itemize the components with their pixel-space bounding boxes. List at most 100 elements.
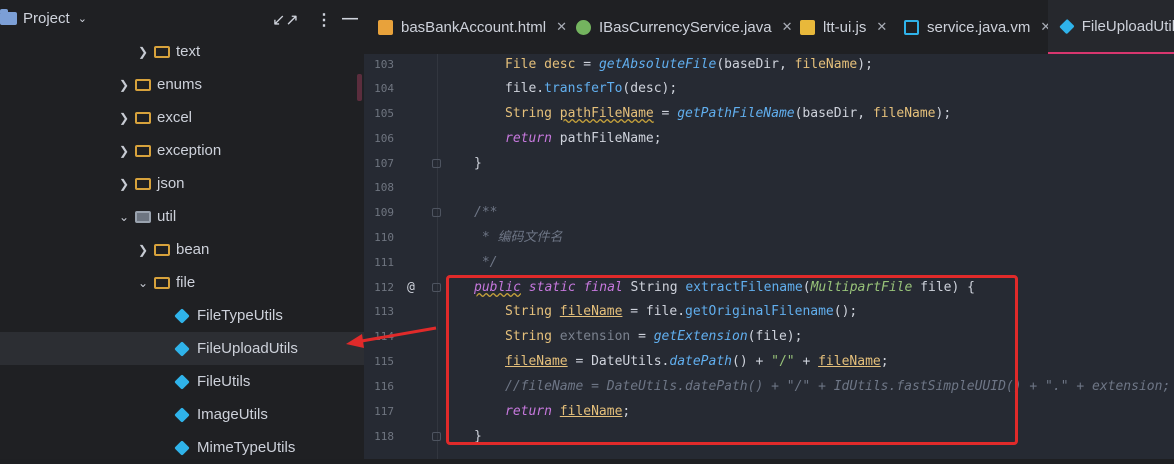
- tab-ibascurrencyservice-java[interactable]: IBasCurrencyService.java ✕: [576, 0, 792, 54]
- tree-item-label: FileTypeUtils: [197, 307, 283, 324]
- code-line[interactable]: 110 * 编码文件名: [364, 226, 1174, 250]
- project-sidebar: Project ⌄ ↙↗ ⋮ — ❯ text ❯ enums ❯ excel ❯ ex…: [0, 0, 539, 459]
- project-folder-icon: [0, 9, 17, 25]
- interface-icon: [576, 19, 591, 35]
- tree-item-label: bean: [176, 241, 210, 258]
- tab-label: service.java.vm: [927, 18, 1031, 36]
- java-class-icon: [174, 340, 190, 357]
- project-title: Project: [23, 10, 70, 27]
- close-icon[interactable]: ✕: [556, 19, 567, 35]
- options-menu-icon[interactable]: ⋮: [316, 10, 332, 30]
- chevron-right-icon[interactable]: ❯: [137, 243, 149, 257]
- class-icon: [1059, 18, 1075, 34]
- java-class-icon: [174, 307, 190, 324]
- line-number: 104: [374, 82, 394, 95]
- code-text: return pathFileName;: [505, 131, 662, 146]
- code-text: }: [474, 156, 482, 171]
- line-number: 106: [374, 132, 394, 145]
- tab-label: basBankAccount.html: [401, 18, 547, 36]
- editor-tab-bar: basBankAccount.html ✕ IBasCurrencyServic…: [364, 0, 1174, 54]
- folder-icon: [135, 177, 151, 190]
- folder-icon: [135, 144, 151, 157]
- fold-marker-icon[interactable]: [432, 283, 441, 292]
- code-line[interactable]: 106 return pathFileName;: [364, 127, 1174, 151]
- arrow-head: [346, 334, 364, 348]
- code-line[interactable]: 109 /**: [364, 201, 1174, 225]
- line-number: 109: [374, 206, 394, 219]
- chevron-right-icon[interactable]: ❯: [118, 177, 130, 191]
- tree-item-label: enums: [157, 76, 203, 93]
- chevron-down-icon[interactable]: ⌄: [137, 276, 149, 290]
- velocity-icon: [904, 19, 919, 35]
- js-icon: [800, 19, 815, 35]
- java-class-icon: [174, 406, 190, 423]
- code-text: file.transferTo(desc);: [505, 81, 678, 96]
- line-number: 107: [374, 157, 394, 170]
- annotation-arrow: [346, 326, 437, 348]
- tree-item-label: json: [157, 175, 185, 192]
- tree-item-label: MimeTypeUtils: [197, 439, 296, 456]
- html5-icon: [378, 19, 393, 35]
- code-text: /**: [474, 205, 498, 220]
- code-line[interactable]: 111 */: [364, 251, 1174, 275]
- highlight-box: [446, 275, 1018, 445]
- package-folder-icon: [135, 210, 151, 223]
- code-line[interactable]: 103 File desc = getAbsoluteFile(baseDir,…: [364, 53, 1174, 77]
- line-number: 115: [374, 355, 394, 368]
- chevron-right-icon[interactable]: ❯: [137, 45, 149, 59]
- tree-item-label: FileUtils: [197, 373, 251, 390]
- override-marker[interactable]: @: [407, 276, 415, 300]
- fold-marker-icon[interactable]: [432, 432, 441, 441]
- tree-item-label: text: [176, 43, 201, 60]
- line-number: 112: [374, 281, 394, 294]
- chevron-down-icon[interactable]: ⌄: [118, 210, 130, 224]
- tree-item-label: exception: [157, 142, 222, 159]
- project-view-selector[interactable]: Project ⌄: [0, 9, 87, 27]
- code-line[interactable]: 104 file.transferTo(desc);: [364, 77, 1174, 101]
- collapse-all-icon[interactable]: ↙↗: [272, 10, 299, 30]
- chevron-down-icon[interactable]: ⌄: [78, 12, 87, 25]
- chevron-right-icon[interactable]: ❯: [118, 111, 130, 125]
- code-line[interactable]: 108: [364, 176, 1174, 200]
- line-number: 116: [374, 380, 394, 393]
- folder-icon: [154, 45, 170, 58]
- tab-label: IBasCurrencyService.java: [599, 18, 772, 36]
- line-number: 105: [374, 107, 394, 120]
- code-line[interactable]: 107 }: [364, 152, 1174, 176]
- hide-panel-icon[interactable]: —: [342, 10, 358, 28]
- close-icon[interactable]: ✕: [782, 19, 793, 35]
- tab-label: ltt-ui.js: [823, 18, 867, 36]
- java-class-icon: [174, 439, 190, 456]
- line-number: 110: [374, 231, 394, 244]
- tab-ltt-ui-js[interactable]: ltt-ui.js ✕: [800, 0, 887, 54]
- tree-item-label: excel: [157, 109, 193, 126]
- tree-item-label: FileUploadUtils: [197, 340, 298, 357]
- tab-fileuploadutils[interactable]: FileUploadUtils: [1048, 0, 1174, 54]
- java-class-icon: [174, 373, 190, 390]
- tree-item-label: ImageUtils: [197, 406, 268, 423]
- code-text: * 编码文件名: [474, 230, 563, 245]
- code-line[interactable]: 105 String pathFileName = getPathFileNam…: [364, 102, 1174, 126]
- fold-marker-icon[interactable]: [432, 159, 441, 168]
- folder-icon: [154, 276, 170, 289]
- code-text: String pathFileName = getPathFileName(ba…: [505, 106, 952, 121]
- line-number: 118: [374, 430, 394, 443]
- tree-item-label: file: [176, 274, 196, 291]
- folder-icon: [154, 243, 170, 256]
- tree-item-label: util: [157, 208, 177, 225]
- code-text: File desc = getAbsoluteFile(baseDir, fil…: [505, 57, 873, 72]
- line-number: 111: [374, 256, 394, 269]
- fold-marker-icon[interactable]: [432, 208, 441, 217]
- line-number: 108: [374, 181, 394, 194]
- close-icon[interactable]: ✕: [876, 19, 887, 35]
- sidebar-header: Project ⌄ ↙↗ ⋮ —: [0, 0, 364, 38]
- tab-label: FileUploadUtils: [1081, 17, 1174, 35]
- line-number: 117: [374, 405, 394, 418]
- arrow-shaft: [355, 326, 437, 344]
- folder-icon: [135, 111, 151, 124]
- folder-icon: [135, 78, 151, 91]
- chevron-right-icon[interactable]: ❯: [118, 78, 130, 92]
- tab-service-java-vm[interactable]: service.java.vm ✕: [904, 0, 1051, 54]
- chevron-right-icon[interactable]: ❯: [118, 144, 130, 158]
- tab-basbankaccount-html[interactable]: basBankAccount.html ✕: [378, 0, 567, 54]
